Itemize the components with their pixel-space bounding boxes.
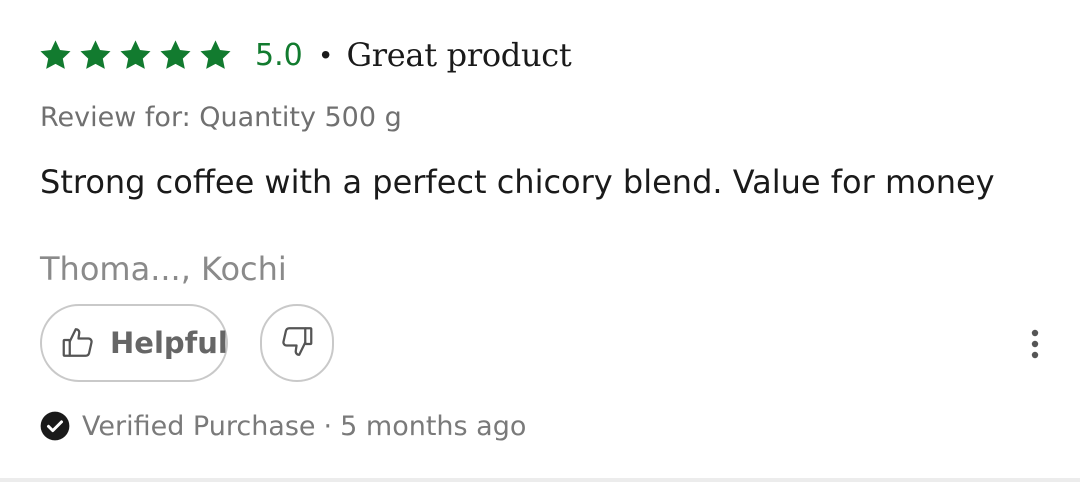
star-rating (38, 38, 233, 73)
thumbs-down-icon (279, 323, 315, 364)
review-title: Great product (346, 36, 572, 74)
review-body: Strong coffee with a perfect chicory ble… (40, 163, 995, 201)
not-helpful-button[interactable] (260, 304, 334, 382)
verified-purchase-label: Verified Purchase (82, 410, 316, 442)
title-separator: • (320, 39, 331, 70)
rating-row: 5.0 • Great product (38, 32, 572, 78)
review-author: Thoma..., Kochi (40, 250, 287, 288)
review-card: 5.0 • Great product Review for: Quantity… (0, 0, 1080, 482)
star-icon (40, 39, 71, 69)
more-vertical-icon (1031, 329, 1039, 359)
helpful-button[interactable]: Helpful (40, 304, 228, 382)
verified-check-icon (40, 411, 70, 441)
meta-separator: · (323, 410, 333, 442)
review-variant: Review for: Quantity 500 g (40, 102, 402, 133)
star-icon (200, 39, 231, 69)
helpful-label: Helpful (110, 326, 228, 360)
review-timestamp: 5 months ago (340, 410, 527, 442)
star-icon (80, 39, 111, 69)
rating-value: 5.0 (255, 37, 303, 73)
star-icon (160, 39, 191, 69)
verified-row: Verified Purchase · 5 months ago (40, 406, 526, 446)
more-options-button[interactable] (1018, 326, 1052, 362)
star-icon (120, 39, 151, 69)
thumbs-up-icon (60, 325, 96, 361)
